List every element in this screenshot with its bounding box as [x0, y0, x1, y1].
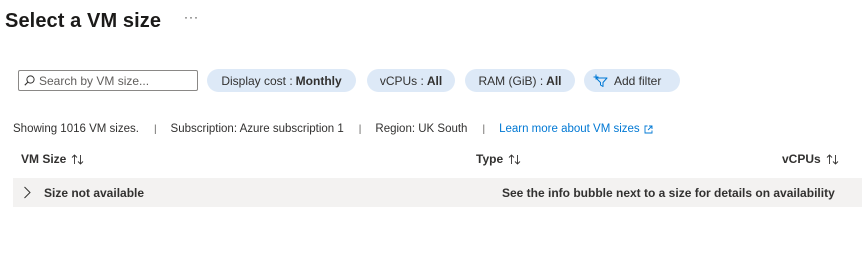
summary-bar: Showing 1016 VM sizes. | Subscription: A… — [13, 121, 653, 137]
display-cost-filter[interactable]: Display cost : Monthly — [207, 69, 356, 92]
search-box[interactable] — [18, 70, 198, 91]
learn-more-link[interactable]: Learn more about VM sizes — [499, 123, 653, 135]
column-header-type[interactable]: Type — [476, 152, 521, 166]
table-header: VM Size Type vCPUs — [0, 152, 862, 170]
sort-icon — [72, 153, 84, 165]
display-cost-label: Display cost : — [221, 73, 293, 88]
column-label: VM Size — [21, 152, 67, 166]
search-input[interactable] — [39, 73, 189, 88]
vcpus-filter-value: All — [426, 73, 443, 88]
title-row: Select a VM size — [5, 7, 161, 35]
group-note: See the info bubble next to a size for d… — [502, 186, 835, 200]
ram-filter-value: All — [546, 73, 562, 88]
ram-filter-label: RAM (GiB) : — [478, 73, 544, 88]
vcpus-filter-label: vCPUs : — [379, 73, 424, 88]
page-title: Select a VM size — [5, 9, 162, 32]
separator: | — [482, 123, 486, 135]
vm-count-text: Showing 1016 VM sizes. — [13, 123, 139, 135]
add-filter-icon — [593, 74, 608, 87]
sort-icon — [508, 153, 521, 165]
sort-icon — [826, 153, 839, 165]
region-text: Region: UK South — [375, 123, 468, 135]
group-label: Size not available — [44, 186, 145, 200]
add-filter-button[interactable]: Add filter — [584, 69, 680, 92]
search-icon — [24, 75, 35, 86]
learn-more-label: Learn more about VM sizes — [499, 123, 640, 135]
separator: | — [153, 123, 157, 135]
ram-filter[interactable]: RAM (GiB) : All — [465, 69, 575, 92]
column-header-vm-size[interactable]: VM Size — [21, 152, 84, 166]
column-label: vCPUs — [782, 152, 821, 166]
column-label: Type — [476, 152, 504, 166]
vcpus-filter[interactable]: vCPUs : All — [367, 69, 455, 92]
display-cost-value: Monthly — [295, 73, 342, 88]
vm-size-blade: Select a VM size ··· Display cost : Mont… — [0, 0, 862, 270]
column-header-vcpus[interactable]: vCPUs — [782, 152, 839, 166]
external-link-icon — [644, 125, 653, 133]
separator: | — [358, 123, 362, 135]
subscription-text: Subscription: Azure subscription 1 — [170, 123, 344, 135]
more-options-button[interactable]: ··· — [184, 10, 199, 24]
table-group-row[interactable]: Size not available See the info bubble n… — [13, 178, 862, 207]
add-filter-label: Add filter — [614, 73, 662, 88]
chevron-right-icon[interactable] — [22, 186, 32, 199]
